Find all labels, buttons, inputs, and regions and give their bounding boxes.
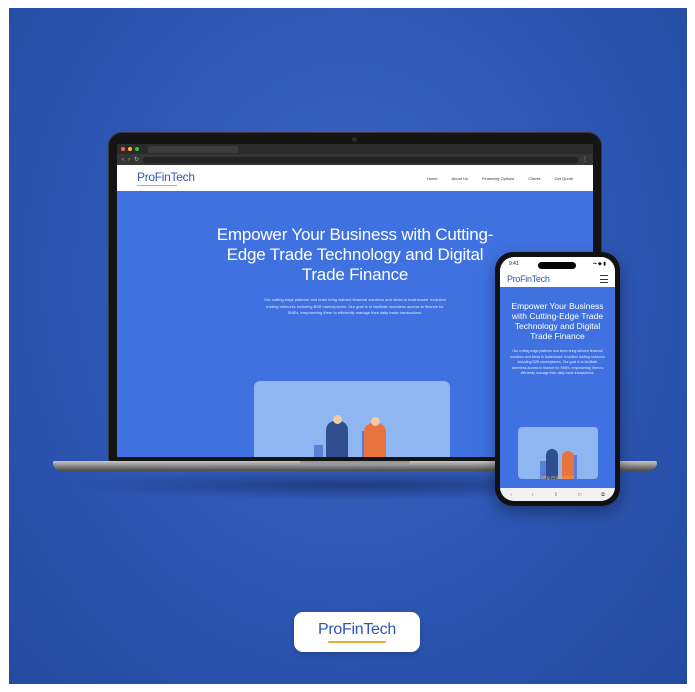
site-header: ProFinTech Home About Us Financing Optio… — [117, 165, 593, 191]
forward-icon[interactable]: › — [532, 492, 534, 498]
phone-section-caption: Why ProFinTech — [540, 475, 574, 480]
nav-item-clients[interactable]: Clients — [528, 176, 540, 181]
phone-hero-description: Our cutting-edge platform and team bring… — [510, 349, 605, 375]
promo-canvas: ‹ › ↻ ⋮ ProFinTech Home About Us Financi… — [9, 8, 687, 684]
hamburger-menu-icon[interactable] — [600, 275, 608, 283]
phone-screen: 9:41 ▪▪ ◆ ▮ ProFinTech Empower Your Busi… — [500, 257, 615, 501]
browser-tab-bar — [117, 144, 593, 154]
extensions-icon[interactable]: ⋮ — [582, 157, 588, 163]
minimize-window-icon[interactable] — [128, 147, 132, 151]
illustration-head — [371, 417, 380, 426]
brand-logo: ProFinTech — [318, 621, 396, 638]
site-logo[interactable]: ProFinTech — [137, 170, 195, 186]
browser-tab[interactable] — [148, 145, 238, 153]
back-icon[interactable]: ‹ — [122, 157, 124, 163]
maximize-window-icon[interactable] — [135, 147, 139, 151]
back-icon[interactable]: ‹ — [510, 492, 512, 498]
bookmarks-icon[interactable]: □ — [578, 492, 581, 498]
close-window-icon[interactable] — [121, 147, 125, 151]
brand-underline — [328, 641, 386, 643]
laptop-notch — [300, 461, 410, 465]
hero-description: Our cutting-edge platform and team bring… — [264, 297, 446, 315]
nav-item-quote[interactable]: Get Quote — [555, 176, 573, 181]
phone-hero-title: Empower Your Business with Cutting-Edge … — [511, 301, 604, 341]
site-logo-text: ProFinTech — [137, 170, 195, 184]
nav-item-home[interactable]: Home — [427, 176, 438, 181]
illustration-person — [326, 421, 348, 457]
reload-icon[interactable]: ↻ — [134, 157, 139, 163]
hero-illustration — [254, 381, 450, 457]
phone-browser-toolbar: ‹ › ⇪ □ ⧉ — [500, 488, 615, 501]
phone-site-header: ProFinTech — [500, 271, 615, 287]
forward-icon[interactable]: › — [128, 157, 130, 163]
illustration-head — [333, 415, 342, 424]
logo-underline — [137, 185, 178, 186]
phone-site-logo[interactable]: ProFinTech — [507, 274, 550, 284]
browser-address-bar: ‹ › ↻ ⋮ — [117, 154, 593, 165]
phone-hero-illustration — [518, 427, 598, 479]
hero-title: Empower Your Business with Cutting-Edge … — [216, 225, 494, 284]
camera-icon — [352, 137, 357, 142]
brand-badge: ProFinTech — [294, 612, 420, 652]
illustration-person — [364, 423, 386, 457]
site-nav: Home About Us Financing Options Clients … — [427, 176, 573, 181]
status-icons: ▪▪ ◆ ▮ — [593, 261, 606, 267]
nav-item-about[interactable]: About Us — [452, 176, 468, 181]
url-field[interactable] — [143, 156, 578, 163]
tabs-icon[interactable]: ⧉ — [601, 492, 605, 498]
status-time: 9:41 — [509, 261, 519, 267]
nav-item-financing[interactable]: Financing Options — [482, 176, 514, 181]
phone: 9:41 ▪▪ ◆ ▮ ProFinTech Empower Your Busi… — [495, 252, 620, 506]
illustration-bar — [314, 445, 323, 457]
share-icon[interactable]: ⇪ — [554, 492, 558, 498]
dynamic-island — [538, 262, 576, 269]
